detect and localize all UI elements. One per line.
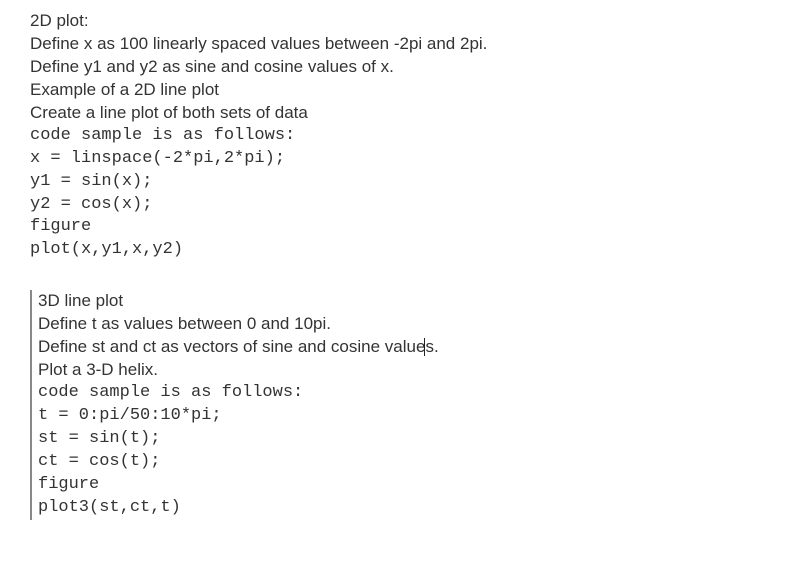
section2-header: 3D line plot [38, 290, 770, 313]
section1-desc3: Example of a 2D line plot [30, 79, 770, 102]
code-sample-intro-2: code sample is as follows: [38, 382, 770, 405]
code-line-4b: figure [38, 474, 770, 497]
section2-desc1: Define t as values between 0 and 10pi. [38, 313, 770, 336]
section-2d-plot: 2D plot: Define x as 100 linearly spaced… [30, 10, 770, 262]
section1-header: 2D plot: [30, 10, 770, 33]
code-line-5: plot(x,y1,x,y2) [30, 239, 770, 262]
code-line-2b: st = sin(t); [38, 428, 770, 451]
code-line-2: y1 = sin(x); [30, 171, 770, 194]
section1-desc1: Define x as 100 linearly spaced values b… [30, 33, 770, 56]
code-line-4: figure [30, 216, 770, 239]
section1-desc2: Define y1 and y2 as sine and cosine valu… [30, 56, 770, 79]
code-line-5b: plot3(st,ct,t) [38, 497, 770, 520]
desc2-part-b: s. [425, 337, 438, 356]
section-3d-plot: 3D line plot Define t as values between … [30, 290, 770, 519]
code-line-3b: ct = cos(t); [38, 451, 770, 474]
section2-desc3: Plot a 3-D helix. [38, 359, 770, 382]
code-line-1b: t = 0:pi/50:10*pi; [38, 405, 770, 428]
code-sample-intro: code sample is as follows: [30, 125, 770, 148]
code-line-3: y2 = cos(x); [30, 194, 770, 217]
code-line-1: x = linspace(-2*pi,2*pi); [30, 148, 770, 171]
section2-desc2: Define st and ct as vectors of sine and … [38, 336, 770, 359]
section1-desc4: Create a line plot of both sets of data [30, 102, 770, 125]
desc2-part-a: Define st and ct as vectors of sine and … [38, 337, 425, 356]
